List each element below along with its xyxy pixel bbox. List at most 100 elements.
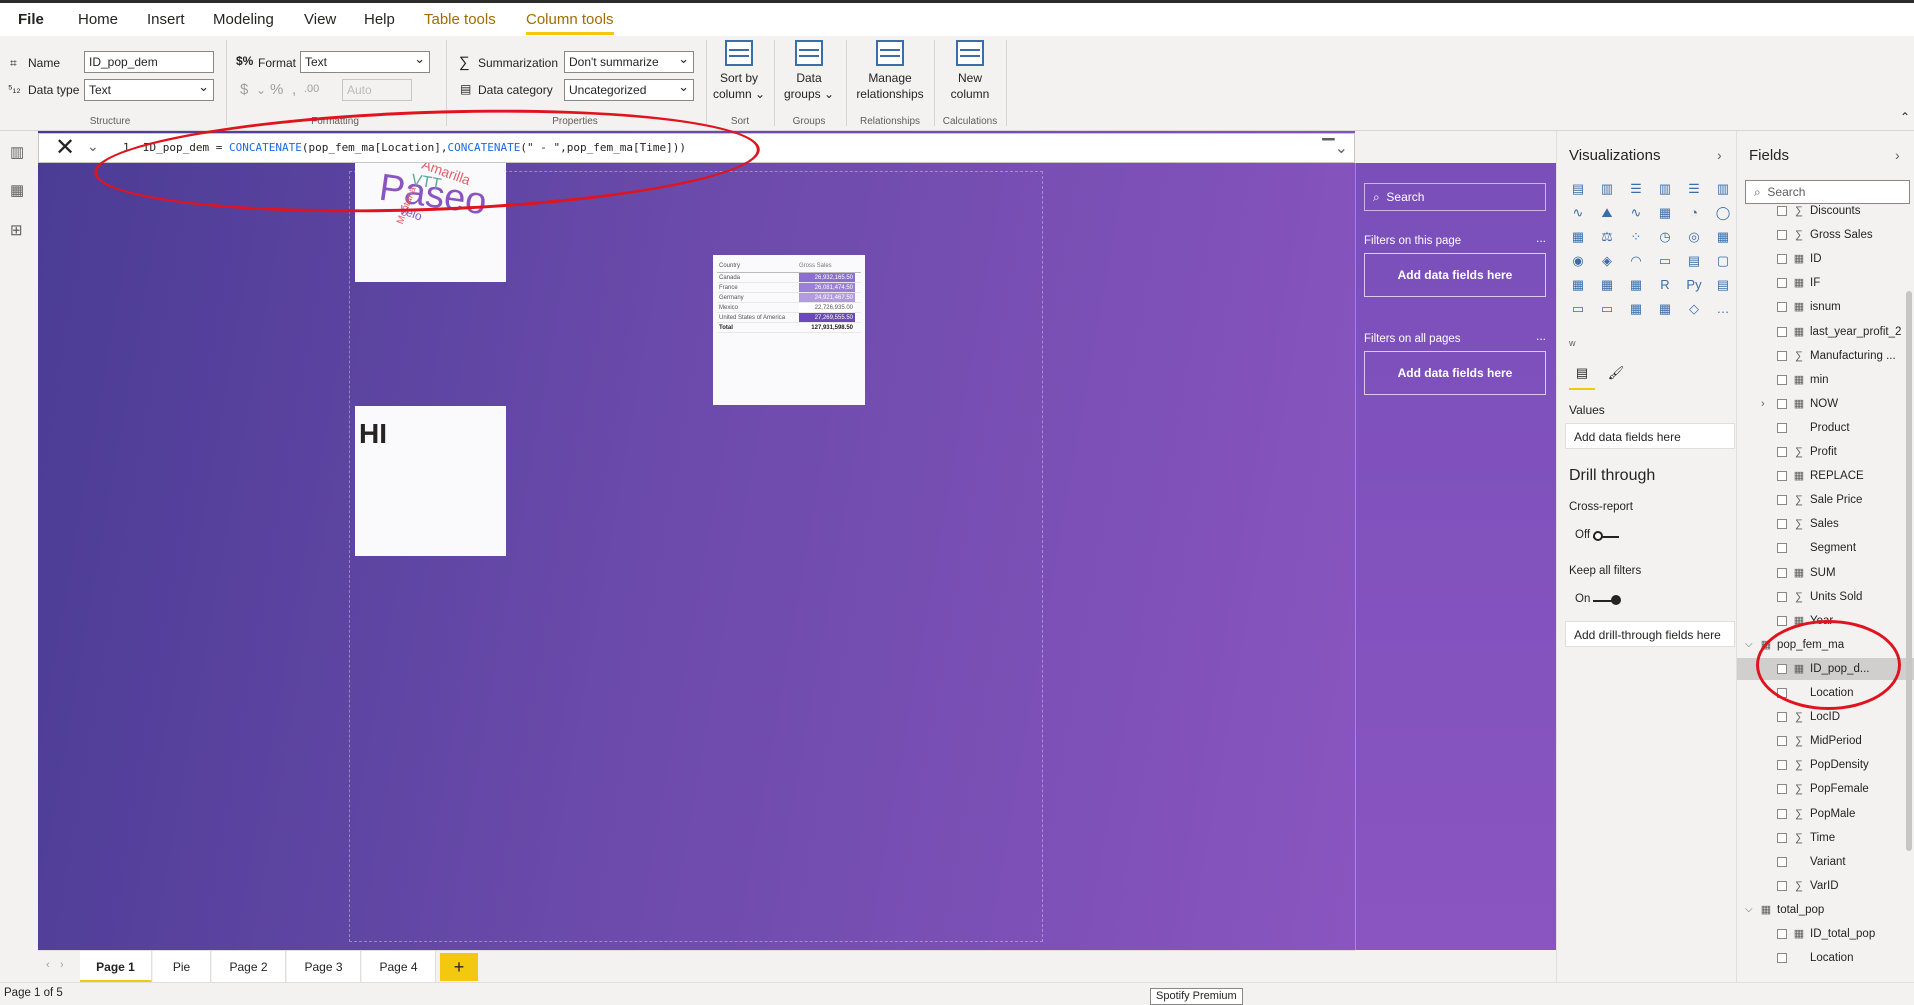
manage-relationships-button[interactable]: Manage relationships (852, 40, 928, 102)
field-item[interactable]: ▦ min (1737, 369, 1914, 391)
field-item[interactable]: ▦ REPLACE (1737, 465, 1914, 487)
field-checkbox[interactable] (1777, 471, 1787, 482)
visual-type-icon[interactable]: ▦ (1569, 277, 1587, 293)
visual-type-icon[interactable]: ▥ (1598, 181, 1616, 197)
field-checkbox[interactable] (1777, 856, 1787, 867)
field-item[interactable]: ∑ PopDensity (1737, 754, 1914, 776)
visual-type-icon[interactable]: ⛰ (1598, 205, 1616, 221)
field-checkbox[interactable] (1777, 808, 1787, 819)
next-page-icon[interactable]: › (60, 959, 64, 971)
chevron-down-icon[interactable]: ⌵ (1745, 634, 1753, 656)
tab-file[interactable]: File (18, 11, 44, 28)
data-view-icon[interactable]: ▦ (10, 181, 28, 199)
field-checkbox[interactable] (1777, 519, 1787, 530)
currency-button[interactable]: $ (240, 81, 248, 98)
field-item[interactable]: ∑ Discounts (1737, 200, 1914, 222)
visual-type-icon[interactable]: ▢ (1714, 253, 1732, 269)
table-visual[interactable]: Country Gross Sales Canada 26,932,165.50… (713, 255, 865, 405)
fields-scrollbar[interactable] (1906, 291, 1912, 851)
page-tab-page-2[interactable]: Page 2 (212, 951, 286, 983)
data-category-select[interactable]: Uncategorized (564, 79, 694, 101)
collapse-ribbon-icon[interactable]: ⌃ (1900, 110, 1910, 124)
visual-type-icon[interactable]: ▦ (1627, 277, 1645, 293)
page-tab-page-4[interactable]: Page 4 (362, 951, 436, 983)
visual-type-icon[interactable]: ▭ (1569, 301, 1587, 317)
decimals-button[interactable]: .00 (304, 83, 319, 95)
field-item[interactable]: ∑ Sales (1737, 513, 1914, 535)
comma-button[interactable]: , (292, 81, 296, 98)
visual-type-icon[interactable]: ⚖ (1598, 229, 1616, 245)
field-item[interactable]: ▦ SUM (1737, 562, 1914, 584)
visual-type-icon[interactable]: ▤ (1685, 253, 1703, 269)
field-checkbox[interactable] (1777, 591, 1787, 602)
field-item[interactable]: Location (1737, 947, 1914, 969)
field-item[interactable]: ▦ NOW › (1737, 393, 1914, 415)
chevron-down-icon[interactable]: ⌵ (1745, 899, 1753, 921)
chevron-down-icon[interactable]: ⌄ (256, 83, 266, 97)
field-checkbox[interactable] (1777, 784, 1787, 795)
field-checkbox[interactable] (1777, 422, 1787, 433)
add-page-filter-well[interactable]: Add data fields here (1364, 253, 1546, 297)
percent-button[interactable]: % (270, 81, 283, 98)
close-icon[interactable]: ✕ (55, 136, 75, 160)
tab-help[interactable]: Help (364, 11, 395, 28)
visual-type-icon[interactable]: ▥ (1714, 181, 1732, 197)
report-view-icon[interactable]: ▥ (10, 143, 28, 161)
tab-column-tools[interactable]: Column tools (526, 9, 614, 35)
field-checkbox[interactable] (1777, 278, 1787, 289)
name-field[interactable]: ID_pop_dem (84, 51, 214, 73)
field-checkbox[interactable] (1777, 736, 1787, 747)
tab-insert[interactable]: Insert (147, 11, 185, 28)
field-checkbox[interactable] (1777, 447, 1787, 457)
format-select[interactable]: Text (300, 51, 430, 73)
field-checkbox[interactable] (1777, 953, 1787, 964)
visual-type-icon[interactable]: ⁘ (1627, 229, 1645, 245)
drill-through-well[interactable]: Add drill-through fields here (1565, 621, 1735, 647)
field-checkbox[interactable] (1777, 567, 1787, 578)
visual-type-icon[interactable]: ◎ (1685, 229, 1703, 245)
visual-type-icon[interactable]: ☰ (1685, 181, 1703, 197)
field-item[interactable]: ▦ last_year_profit_2 (1737, 321, 1914, 343)
text-box-visual[interactable]: HI (355, 406, 506, 556)
commit-chevron-icon[interactable]: ⌄ (87, 138, 99, 155)
visual-type-icon[interactable]: ◷ (1656, 229, 1674, 245)
field-checkbox[interactable] (1777, 254, 1787, 265)
sort-by-column-button[interactable]: Sort by column ⌄ (712, 40, 766, 102)
visual-type-icon[interactable]: ▤ (1569, 181, 1587, 197)
field-checkbox[interactable] (1777, 880, 1787, 891)
visual-type-icon[interactable]: ◈ (1598, 253, 1616, 269)
visual-type-icon[interactable]: R (1656, 277, 1674, 293)
visual-type-icon[interactable]: ▦ (1627, 301, 1645, 317)
field-item[interactable]: ∑ Manufacturing ... (1737, 345, 1914, 367)
visual-type-icon[interactable]: ▦ (1714, 229, 1732, 245)
chevron-right-icon[interactable]: › (1761, 393, 1765, 415)
field-checkbox[interactable] (1777, 712, 1787, 723)
field-checkbox[interactable] (1777, 615, 1787, 626)
field-item[interactable]: Variant (1737, 851, 1914, 873)
visual-type-icon[interactable]: ▦ (1656, 205, 1674, 221)
values-well[interactable]: Add data fields here (1565, 423, 1735, 449)
visual-type-icon[interactable]: Py (1685, 277, 1703, 293)
visual-type-icon[interactable]: ▦ (1569, 229, 1587, 245)
field-item[interactable]: Product (1737, 417, 1914, 439)
chevron-right-icon[interactable]: › (1895, 147, 1900, 163)
field-item[interactable]: ∑ MidPeriod (1737, 730, 1914, 752)
add-all-pages-filter-well[interactable]: Add data fields here (1364, 351, 1546, 395)
field-item[interactable]: ▦ ID (1737, 248, 1914, 270)
more-options-icon[interactable]: ... (1536, 329, 1546, 343)
chevron-right-icon[interactable]: › (1717, 147, 1722, 163)
visual-type-icon[interactable]: ▥ (1656, 181, 1674, 197)
visual-type-icon[interactable]: ▦ (1656, 301, 1674, 317)
field-item[interactable]: ∑ Sale Price (1737, 489, 1914, 511)
model-view-icon[interactable]: ⊞ (10, 221, 28, 239)
field-item[interactable]: ▦ ID_total_pop (1737, 923, 1914, 945)
filter-search-input[interactable]: ⌕ Search (1364, 183, 1546, 211)
field-checkbox[interactable] (1777, 350, 1787, 361)
more-options-icon[interactable]: ... (1536, 231, 1546, 245)
field-checkbox[interactable] (1777, 326, 1787, 337)
field-item[interactable]: ∑ Time (1737, 827, 1914, 849)
visual-type-icon[interactable]: ∿ (1569, 205, 1587, 221)
new-column-button[interactable]: New column (940, 40, 1000, 102)
field-item[interactable]: ∑ Profit (1737, 441, 1914, 463)
field-item[interactable]: Segment (1737, 537, 1914, 559)
